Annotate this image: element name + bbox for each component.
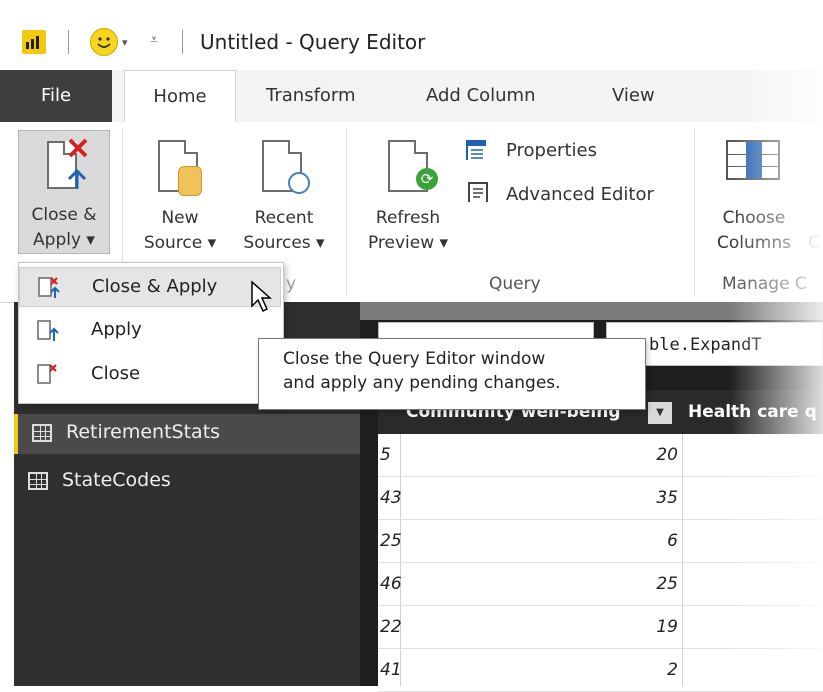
close-apply-button[interactable]: Close & Apply ▾ (18, 130, 110, 254)
row-number: 22 (380, 617, 402, 637)
menu-item-label: Apply (91, 319, 142, 340)
table-row[interactable]: 22 19 (378, 606, 823, 649)
choose-columns-label-2: Columns (717, 233, 791, 253)
choose-columns-icon (726, 140, 780, 180)
cell-value: 2 (667, 660, 678, 680)
cell-value: 35 (656, 488, 678, 508)
new-source-label-1: New (161, 208, 199, 228)
new-source-label-2: Source ▾ (143, 233, 217, 253)
window-title: Untitled - Query Editor (200, 30, 426, 54)
advanced-editor-button[interactable]: Advanced Editor (466, 180, 686, 208)
choose-columns-partial-c: C (808, 233, 820, 253)
power-bi-app-icon (22, 30, 46, 54)
cell-value: 6 (667, 531, 678, 551)
title-separator (182, 30, 183, 54)
title-bar: ▾ ⩡ Untitled - Query Editor (0, 0, 823, 70)
cell-value: 19 (656, 617, 678, 637)
table-row[interactable]: 46 25 (378, 563, 823, 606)
group-title-manage-columns: Manage C (722, 274, 807, 294)
chevron-down-icon[interactable]: ▾ (122, 36, 128, 49)
tab-view[interactable]: View (612, 70, 655, 122)
table-row[interactable]: 25 6 (378, 520, 823, 563)
menu-item-apply[interactable]: Apply (19, 311, 281, 351)
refresh-preview-label-1: Refresh (375, 208, 441, 228)
query-label: StateCodes (62, 469, 171, 491)
menu-item-label: Close & Apply (92, 276, 218, 297)
tab-home[interactable]: Home (124, 70, 236, 123)
ribbon-tabs: File Home Transform Add Column View (0, 70, 823, 123)
query-label: RetirementStats (66, 421, 221, 443)
group-separator (346, 128, 347, 296)
red-x-icon (68, 138, 88, 158)
group-title-close-fragment: y (286, 274, 297, 294)
tooltip-line-1: Close the Query Editor window (283, 349, 546, 369)
close-apply-label-2: Apply ▾ (33, 230, 95, 250)
tab-add-column[interactable]: Add Column (426, 70, 536, 122)
clock-icon (288, 172, 310, 194)
cell-value: 20 (656, 445, 678, 465)
column-filter-dropdown-icon[interactable]: ▼ (648, 402, 672, 424)
table-icon (32, 424, 52, 442)
recent-sources-label-2: Sources ▾ (243, 233, 325, 253)
query-item-retirementstats[interactable]: RetirementStats (14, 414, 360, 454)
blue-arrow-up-icon (67, 168, 87, 189)
menu-item-label: Close (91, 363, 141, 384)
mouse-cursor-icon (251, 280, 272, 313)
group-title-query: Query (489, 274, 541, 294)
column-header-health-care[interactable]: Health care q (688, 402, 817, 422)
apply-icon (37, 320, 59, 341)
choose-columns-label-1: Choose (722, 208, 786, 228)
close-apply-icon (38, 277, 60, 298)
close-apply-dropdown-menu: Close & Apply Apply Close (18, 262, 284, 404)
group-separator (694, 128, 695, 296)
customize-qat-icon[interactable]: ⩡ (150, 32, 158, 48)
query-item-statecodes[interactable]: StateCodes (14, 462, 360, 502)
advanced-editor-icon (468, 182, 488, 202)
refresh-preview-button[interactable]: ⟳ Refresh Preview ▾ (358, 130, 458, 260)
table-icon (28, 472, 48, 490)
row-number: 43 (380, 488, 402, 508)
cell-value: 25 (656, 574, 678, 594)
properties-icon (466, 140, 486, 160)
table-row[interactable]: 5 20 (378, 434, 823, 477)
row-number: 5 (380, 445, 391, 465)
top-strip (360, 302, 823, 320)
tooltip-line-2: and apply any pending changes. (283, 373, 561, 393)
data-grid: Community well-being ▼ Health care q 5 2… (378, 390, 823, 692)
properties-label: Properties (506, 140, 597, 161)
table-row[interactable]: 43 35 (378, 477, 823, 520)
close-query-icon (37, 364, 57, 384)
tab-transform[interactable]: Transform (266, 70, 356, 122)
close-apply-label-1: Close & (31, 205, 97, 225)
advanced-editor-label: Advanced Editor (506, 184, 654, 205)
database-icon (178, 166, 202, 196)
title-separator (68, 30, 69, 54)
row-number: 25 (380, 531, 402, 551)
menu-item-close[interactable]: Close (19, 355, 281, 395)
tooltip: Close the Query Editor window and apply … (258, 338, 646, 410)
recent-sources-button[interactable]: Recent Sources ▾ (232, 130, 336, 260)
menu-item-close-apply[interactable]: Close & Apply (19, 267, 281, 307)
refresh-preview-label-2: Preview ▾ (367, 233, 449, 253)
row-number: 46 (380, 574, 402, 594)
properties-button[interactable]: Properties (466, 138, 636, 166)
recent-sources-label-1: Recent (254, 208, 314, 228)
row-number: 41 (380, 660, 402, 680)
smiley-feedback-icon[interactable] (90, 28, 118, 56)
tab-file[interactable]: File (0, 70, 112, 122)
refresh-icon: ⟳ (416, 168, 438, 190)
new-source-button[interactable]: New Source ▾ (130, 130, 230, 260)
